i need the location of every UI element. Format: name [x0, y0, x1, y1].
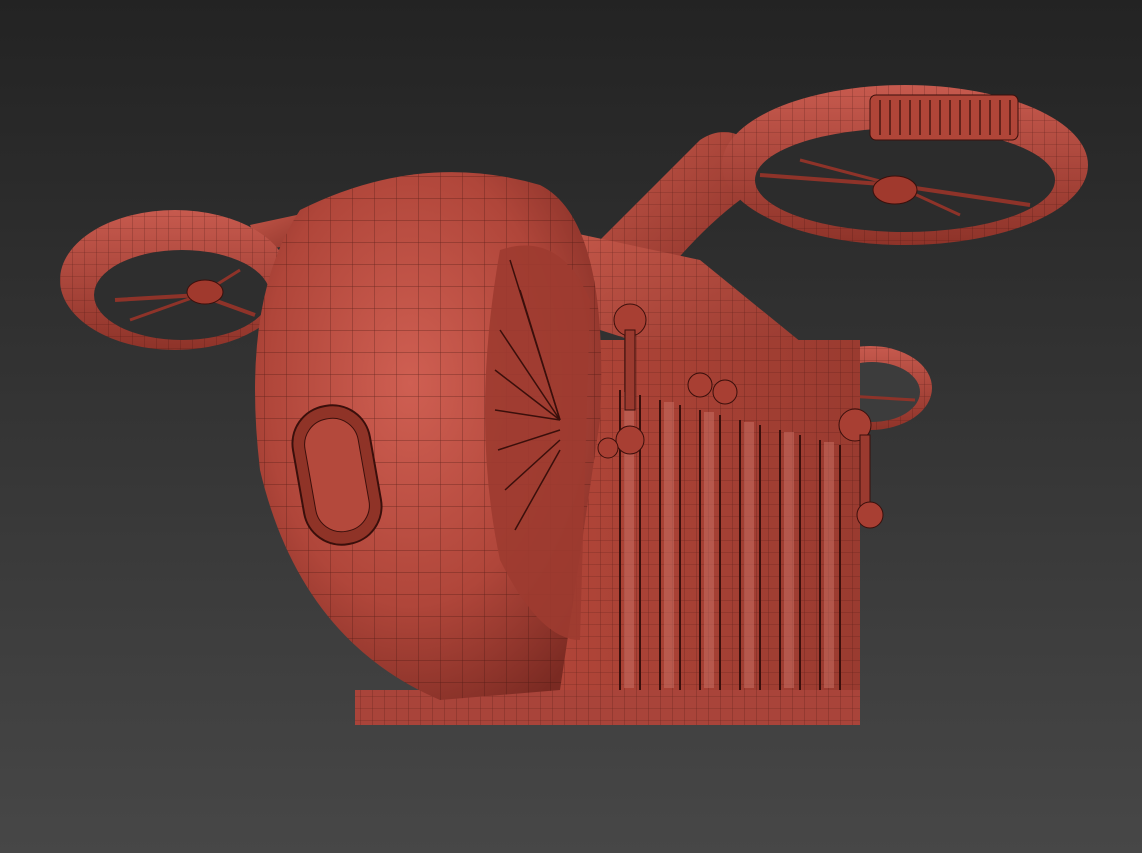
drone-model-render — [60, 85, 1088, 725]
rotor-right-front — [722, 85, 1088, 245]
front-pod — [255, 172, 602, 701]
3d-viewport[interactable] — [0, 0, 1142, 853]
